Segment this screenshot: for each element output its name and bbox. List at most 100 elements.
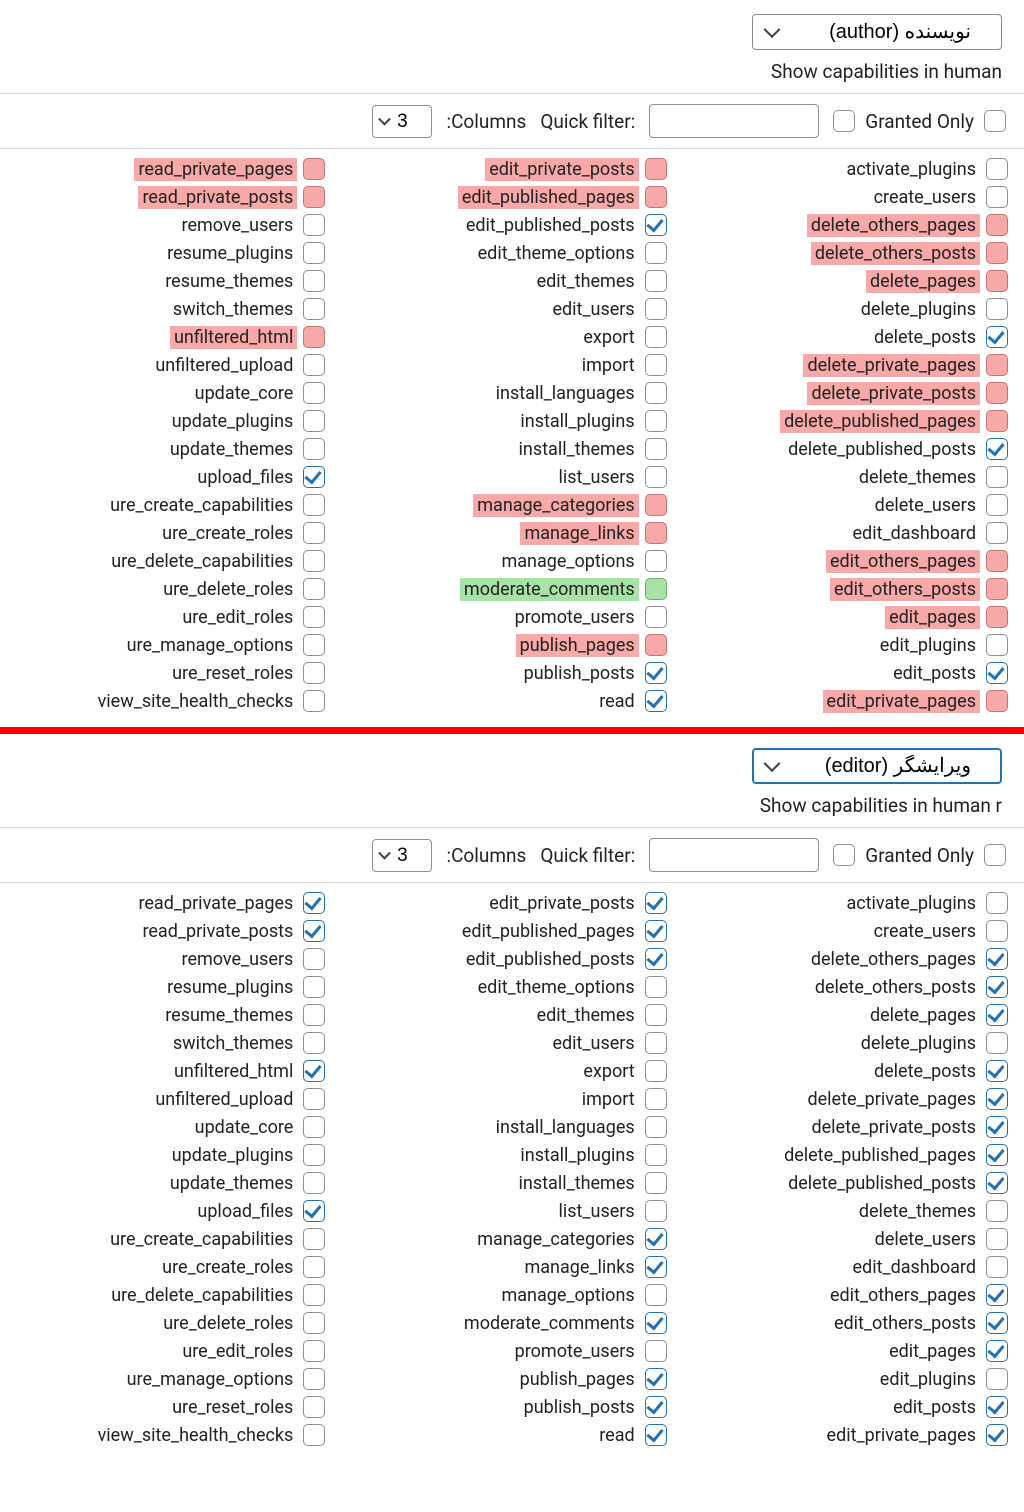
capability-label[interactable]: delete_private_posts (807, 1116, 980, 1139)
capability-label[interactable]: edit_dashboard (849, 522, 980, 545)
capability-checkbox[interactable] (645, 1032, 667, 1054)
capability-label[interactable]: unfiltered_html (170, 326, 297, 349)
capability-label[interactable]: ure_create_roles (158, 522, 297, 545)
capability-checkbox[interactable] (645, 354, 667, 376)
capability-checkbox[interactable] (645, 1228, 667, 1250)
capability-label[interactable]: ure_delete_roles (159, 1312, 297, 1335)
capability-label[interactable]: update_themes (166, 438, 298, 461)
capability-checkbox[interactable] (303, 242, 325, 264)
capability-label[interactable]: ure_manage_options (123, 1368, 298, 1391)
capability-label[interactable]: delete_plugins (857, 1032, 980, 1055)
capability-label[interactable]: edit_others_posts (830, 1312, 980, 1335)
capability-label[interactable]: edit_private_pages (823, 1424, 980, 1447)
capability-label[interactable]: delete_published_pages (780, 410, 980, 433)
capability-label[interactable]: edit_plugins (876, 1368, 980, 1391)
capability-label[interactable]: delete_users (871, 494, 980, 517)
capability-checkbox[interactable] (986, 606, 1008, 628)
capability-checkbox[interactable] (986, 976, 1008, 998)
capability-checkbox[interactable] (303, 662, 325, 684)
capability-label[interactable]: moderate_comments (460, 1312, 639, 1335)
columns-select[interactable]: 3 (372, 839, 432, 872)
capability-label[interactable]: edit_themes (533, 270, 639, 293)
capability-checkbox[interactable] (645, 1312, 667, 1334)
capability-checkbox[interactable] (645, 270, 667, 292)
capability-checkbox[interactable] (645, 1060, 667, 1082)
capability-label[interactable]: ure_delete_capabilities (107, 550, 297, 573)
capability-label[interactable]: read_private_pages (134, 158, 297, 181)
capability-label[interactable]: edit_others_posts (830, 578, 980, 601)
capability-label[interactable]: delete_posts (870, 1060, 980, 1083)
granted-only-checkbox-outer[interactable] (984, 110, 1006, 132)
capability-checkbox[interactable] (645, 298, 667, 320)
capability-label[interactable]: edit_users (548, 298, 638, 321)
capability-label[interactable]: manage_options (497, 550, 638, 573)
capability-label[interactable]: update_plugins (168, 410, 298, 433)
capability-checkbox[interactable] (303, 1144, 325, 1166)
capability-label[interactable]: ure_create_capabilities (106, 494, 297, 517)
capability-label[interactable]: edit_users (548, 1032, 638, 1055)
capability-checkbox[interactable] (986, 1396, 1008, 1418)
capability-label[interactable]: view_site_health_checks (94, 690, 298, 713)
capability-label[interactable]: resume_plugins (163, 242, 297, 265)
capability-label[interactable]: unfiltered_upload (151, 1088, 297, 1111)
capability-checkbox[interactable] (986, 948, 1008, 970)
capability-label[interactable]: ure_edit_roles (178, 606, 297, 629)
capability-checkbox[interactable] (303, 578, 325, 600)
capability-label[interactable]: unfiltered_html (170, 1060, 297, 1083)
capability-label[interactable]: edit_theme_options (474, 242, 639, 265)
capability-label[interactable]: publish_pages (516, 634, 639, 657)
capability-checkbox[interactable] (986, 298, 1008, 320)
capability-label[interactable]: install_languages (492, 382, 639, 405)
capability-label[interactable]: promote_users (511, 1340, 639, 1363)
capability-checkbox[interactable] (303, 1116, 325, 1138)
capability-label[interactable]: update_core (191, 1116, 298, 1139)
capability-label[interactable]: edit_pages (885, 1340, 980, 1363)
capability-checkbox[interactable] (645, 1144, 667, 1166)
capability-label[interactable]: view_site_health_checks (94, 1424, 298, 1447)
capability-label[interactable]: upload_files (193, 466, 297, 489)
capability-label[interactable]: edit_posts (889, 1396, 980, 1419)
capability-checkbox[interactable] (303, 1004, 325, 1026)
capability-checkbox[interactable] (645, 948, 667, 970)
capability-checkbox[interactable] (303, 892, 325, 914)
capability-label[interactable]: ure_reset_roles (168, 1396, 297, 1419)
capability-checkbox[interactable] (986, 1004, 1008, 1026)
capability-checkbox[interactable] (986, 158, 1008, 180)
capability-label[interactable]: edit_others_pages (826, 550, 980, 573)
capability-checkbox[interactable] (986, 466, 1008, 488)
capability-checkbox[interactable] (303, 1396, 325, 1418)
capability-label[interactable]: ure_create_roles (158, 1256, 297, 1279)
capability-checkbox[interactable] (303, 634, 325, 656)
capability-label[interactable]: install_languages (492, 1116, 639, 1139)
capability-checkbox[interactable] (986, 920, 1008, 942)
capability-label[interactable]: read_private_posts (138, 920, 297, 943)
capability-checkbox[interactable] (986, 1116, 1008, 1138)
capability-checkbox[interactable] (303, 354, 325, 376)
capability-checkbox[interactable] (986, 690, 1008, 712)
capability-checkbox[interactable] (303, 1340, 325, 1362)
capability-label[interactable]: manage_options (497, 1284, 638, 1307)
capability-label[interactable]: ure_manage_options (123, 634, 298, 657)
capability-checkbox[interactable] (645, 1424, 667, 1446)
capability-checkbox[interactable] (986, 522, 1008, 544)
capability-checkbox[interactable] (645, 690, 667, 712)
capability-label[interactable]: switch_themes (169, 1032, 298, 1055)
capability-label[interactable]: edit_others_pages (826, 1284, 980, 1307)
capability-checkbox[interactable] (645, 578, 667, 600)
capability-label[interactable]: list_users (554, 466, 638, 489)
capability-checkbox[interactable] (986, 1144, 1008, 1166)
capability-label[interactable]: delete_published_pages (780, 1144, 980, 1167)
capability-label[interactable]: ure_delete_capabilities (107, 1284, 297, 1307)
capability-checkbox[interactable] (303, 690, 325, 712)
granted-only-checkbox-inner[interactable] (833, 844, 855, 866)
capability-label[interactable]: read (595, 1424, 638, 1447)
capability-checkbox[interactable] (645, 214, 667, 236)
capability-checkbox[interactable] (303, 606, 325, 628)
capability-label[interactable]: activate_plugins (842, 892, 980, 915)
capability-checkbox[interactable] (645, 382, 667, 404)
capability-label[interactable]: edit_published_pages (458, 920, 639, 943)
capability-label[interactable]: edit_published_posts (462, 948, 639, 971)
capability-checkbox[interactable] (986, 634, 1008, 656)
capability-label[interactable]: update_themes (166, 1172, 298, 1195)
capability-checkbox[interactable] (986, 242, 1008, 264)
